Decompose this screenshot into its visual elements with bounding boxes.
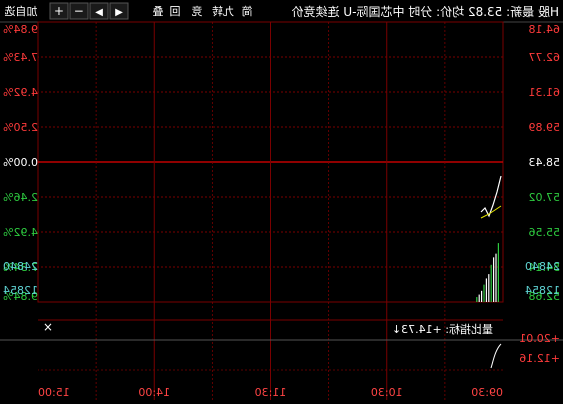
bidding-button[interactable]: 竞 xyxy=(192,4,203,18)
intraday-chart[interactable]: H股 最新: 53.82 均价: 分时 中芯国际-U 连续竞价 ◀ ▶ − + … xyxy=(0,0,563,400)
stock-chart-window: H股 最新: 53.82 均价: 分时 中芯国际-U 连续竞价 ◀ ▶ − + … xyxy=(0,0,563,400)
volume-label: 24840 xyxy=(3,260,38,273)
price-label: 55.56 xyxy=(529,226,561,239)
time-label: 10:30 xyxy=(371,386,403,399)
price-label: 61.31 xyxy=(529,86,561,99)
percent-label: 4.92% xyxy=(3,226,38,239)
volume-label: 24840 xyxy=(525,260,560,273)
add-to-watchlist-button[interactable]: 加自选 xyxy=(5,5,38,18)
plus-icon: + xyxy=(54,4,64,18)
volume-bar xyxy=(476,297,478,302)
volume-bar xyxy=(495,253,497,302)
indicator-label: +20.01 xyxy=(519,332,560,345)
volume-bar xyxy=(497,243,499,302)
percent-label: 4.92% xyxy=(3,86,38,99)
indicator-label: +12.16 xyxy=(519,352,560,365)
time-label: 14:00 xyxy=(138,386,170,399)
volume-bar xyxy=(481,290,483,302)
price-label: 64.18 xyxy=(529,23,561,36)
price-label: 58.43 xyxy=(529,156,561,169)
simple-button[interactable]: 简 xyxy=(242,4,253,18)
percent-label: 7.43% xyxy=(3,51,38,64)
volume-bar xyxy=(490,264,492,302)
time-label: 09:30 xyxy=(471,386,503,399)
volume-label: 12854 xyxy=(525,284,560,297)
volume-bar xyxy=(493,257,495,302)
prev-button[interactable]: ◀ xyxy=(109,2,129,20)
volume-bar xyxy=(485,278,487,302)
minus-icon: − xyxy=(74,4,84,18)
next-button[interactable]: ▶ xyxy=(89,2,109,20)
back-button[interactable]: 回 xyxy=(170,5,181,18)
indicator-close-button[interactable]: × xyxy=(43,320,53,334)
volume-label: 12854 xyxy=(3,284,38,297)
next-icon: ▶ xyxy=(95,7,103,18)
volume-bar xyxy=(488,274,490,302)
time-label: 11:30 xyxy=(255,386,287,399)
overlay-button[interactable]: 叠 xyxy=(153,5,164,18)
zoom-in-button[interactable]: + xyxy=(49,2,69,20)
percent-label: 2.46% xyxy=(3,191,38,204)
volume-bar xyxy=(478,294,480,302)
toolbar: H股 最新: 53.82 均价: 分时 中芯国际-U 连续竞价 ◀ ▶ − + … xyxy=(0,0,563,23)
price-label: 62.77 xyxy=(529,51,561,64)
percent-label: 9.84% xyxy=(3,23,38,36)
percent-label: 2.50% xyxy=(3,121,38,134)
prev-icon: ◀ xyxy=(115,7,123,18)
toolbar-title: H股 最新: 53.82 均价: 分时 中芯国际-U 连续竞价 xyxy=(292,4,559,19)
time-label: 15:00 xyxy=(38,386,70,399)
percent-label: 0.00% xyxy=(3,156,38,169)
close-icon: × xyxy=(43,320,53,334)
volume-bar xyxy=(483,284,485,302)
zoom-out-button[interactable]: − xyxy=(69,2,89,20)
price-label: 57.02 xyxy=(529,191,561,204)
indicator-value: 量比指标: +14.73↓ xyxy=(392,322,493,336)
mirrored-screen: H股 最新: 53.82 均价: 分时 中芯国际-U 连续竞价 ◀ ▶ − + … xyxy=(0,0,563,400)
nine-turn-button[interactable]: 九转 xyxy=(212,4,234,18)
price-label: 59.89 xyxy=(529,121,561,134)
